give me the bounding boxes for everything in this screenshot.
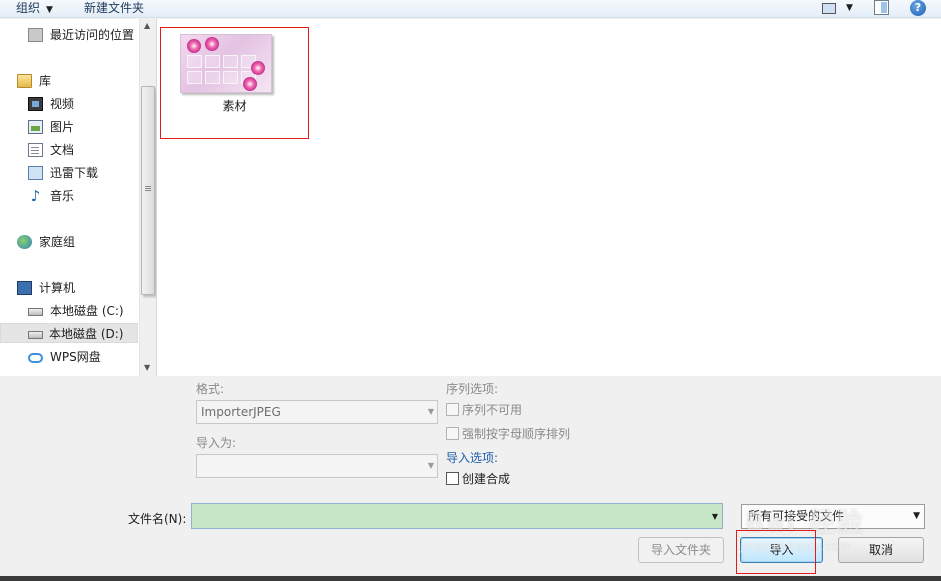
- window-bottom-edge: [0, 576, 941, 581]
- create-composition-label: 创建合成: [462, 472, 511, 486]
- music-note-icon: ♪: [30, 187, 41, 205]
- nav-item-documents[interactable]: 文档: [28, 140, 138, 160]
- computer-icon: [17, 281, 32, 295]
- file-type-value: 所有可接受的文件: [748, 509, 845, 523]
- preview-pane-icon[interactable]: [874, 0, 889, 15]
- scrollbar-grip-icon: [145, 186, 151, 187]
- navigation-pane: 最近访问的位置 库 视频 图片 文档 迅雷下载 ♪ 音乐 家庭组 计算机 本地磁…: [0, 19, 155, 376]
- nav-item-drive-c[interactable]: 本地磁盘 (C:): [28, 301, 138, 321]
- nav-item-libraries[interactable]: 库: [17, 71, 137, 91]
- format-select[interactable]: ImporterJPEG ▼: [196, 400, 438, 424]
- scroll-up-icon[interactable]: ▲: [144, 21, 150, 30]
- file-type-select[interactable]: 所有可接受的文件 ▼: [741, 504, 925, 529]
- cancel-button[interactable]: 取消: [838, 537, 924, 563]
- system-drive-icon: [28, 308, 43, 316]
- nav-item-music[interactable]: ♪ 音乐: [28, 186, 138, 206]
- chevron-down-icon: ▼: [46, 5, 53, 15]
- chevron-down-icon: ▼: [427, 461, 434, 470]
- file-name-label-text: 文件名(N):: [128, 512, 187, 526]
- create-composition-checkbox[interactable]: [446, 472, 459, 485]
- scroll-down-icon[interactable]: ▼: [144, 363, 150, 372]
- pictures-library-icon: [28, 120, 43, 134]
- video-library-icon: [28, 97, 43, 111]
- nav-item-drive-d[interactable]: 本地磁盘 (D:): [0, 323, 138, 343]
- cloud-icon: [28, 353, 43, 363]
- chevron-down-icon: ▼: [427, 407, 434, 416]
- format-value: ImporterJPEG: [201, 405, 281, 419]
- import-options-label: 导入选项:: [446, 451, 499, 465]
- import-folder-button[interactable]: 导入文件夹: [638, 537, 724, 563]
- file-item[interactable]: 素材: [160, 27, 309, 139]
- highlight-annotation: [736, 530, 816, 574]
- nav-item-thunder-downloads[interactable]: 迅雷下载: [28, 163, 138, 183]
- nav-item-computer[interactable]: 计算机: [17, 278, 137, 298]
- force-alphabetical-label: 强制按字母顺序排列: [462, 427, 571, 441]
- command-toolbar: 组织 ▼ 新建文件夹 ▼ ?: [0, 0, 941, 18]
- file-name-label: 素材: [222, 99, 247, 113]
- sequence-checkbox-label: 序列不可用: [462, 403, 523, 417]
- organize-label: 组织: [16, 1, 41, 15]
- nav-item-wps-cloud[interactable]: WPS网盘: [28, 347, 138, 367]
- library-folder-icon: [17, 74, 32, 88]
- sequence-options-label: 序列选项:: [446, 382, 499, 396]
- view-options-dropdown-icon[interactable]: ▼: [846, 1, 853, 16]
- recent-places-icon: [28, 28, 43, 42]
- import-as-select[interactable]: ▼: [196, 454, 438, 478]
- nav-item-pictures[interactable]: 图片: [28, 117, 138, 137]
- file-name-input[interactable]: [192, 504, 702, 528]
- documents-library-icon: [28, 143, 43, 157]
- nav-item-homegroup[interactable]: 家庭组: [17, 232, 137, 252]
- image-thumbnail: [180, 34, 272, 93]
- nav-item-recent-places[interactable]: 最近访问的位置: [28, 25, 138, 45]
- view-mode-icon[interactable]: [822, 3, 836, 14]
- file-list-view: 素材: [156, 19, 941, 376]
- import-as-label: 导入为:: [196, 436, 237, 450]
- format-label: 格式:: [196, 382, 225, 396]
- file-name-combo[interactable]: ▼: [191, 503, 723, 529]
- hard-drive-icon: [28, 331, 43, 339]
- downloads-library-icon: [28, 166, 43, 180]
- organize-menu-button[interactable]: 组织 ▼: [16, 0, 53, 18]
- help-icon[interactable]: ?: [910, 0, 926, 16]
- chevron-down-icon: ▼: [913, 511, 920, 521]
- nav-item-videos[interactable]: 视频: [28, 94, 138, 114]
- scrollbar-thumb[interactable]: [141, 86, 155, 295]
- chevron-down-icon[interactable]: ▼: [712, 512, 718, 521]
- sequence-checkbox[interactable]: [446, 403, 459, 416]
- navigation-scrollbar[interactable]: ▲ ▼: [139, 19, 155, 376]
- new-folder-button[interactable]: 新建文件夹: [84, 0, 144, 16]
- homegroup-icon: [17, 235, 32, 249]
- force-alphabetical-checkbox[interactable]: [446, 427, 459, 440]
